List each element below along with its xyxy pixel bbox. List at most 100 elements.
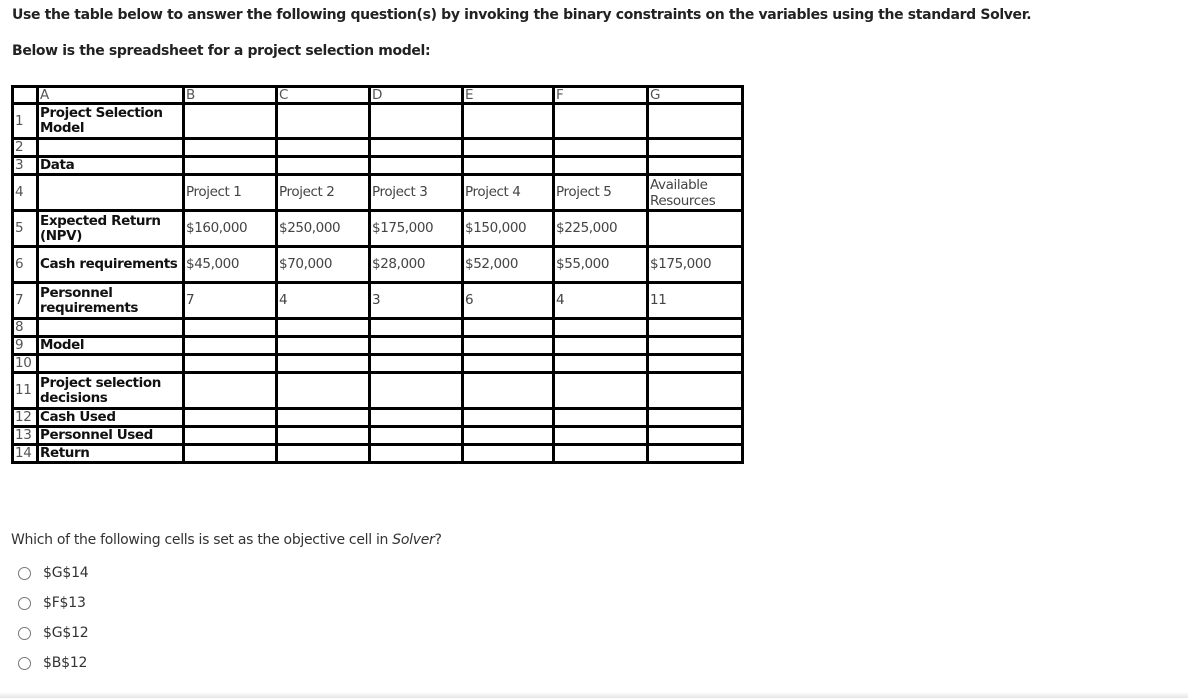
row-number: 5: [11, 209, 39, 248]
cell-f9: [552, 335, 649, 356]
cell-b3: [182, 155, 278, 176]
cell-c12: [275, 407, 371, 428]
cell-g5: [646, 209, 744, 248]
row-number: 1: [11, 102, 39, 140]
cell-d11: [368, 371, 464, 410]
cell-e10: [461, 353, 555, 374]
cell-f1: [552, 102, 649, 140]
cell-b6: $45,000: [182, 245, 278, 284]
cell-c6: $70,000: [275, 245, 371, 284]
cell-e7: 6: [461, 281, 555, 320]
column-header-b: B: [182, 85, 278, 105]
spreadsheet-row-8: 8: [11, 317, 744, 338]
row-label-cell: Model: [36, 335, 185, 356]
spreadsheet-row-2: 2: [11, 137, 744, 158]
cell-c11: [275, 371, 371, 410]
cell-d6: $28,000: [368, 245, 464, 284]
cell-d10: [368, 353, 464, 374]
cell-f14: [552, 443, 649, 464]
corner-header-cell: [11, 85, 39, 105]
project-selection-spreadsheet: A B C D E F G 1 Project Selection Model 2 3…: [11, 85, 744, 464]
row-label-cell: [36, 173, 185, 212]
cell-g2: [646, 137, 744, 158]
column-header-a: A: [36, 85, 185, 105]
answer-option-label: $F$13: [43, 595, 86, 611]
row-label-cell: Project selection decisions: [36, 371, 185, 410]
answer-option[interactable]: $G$12: [18, 618, 89, 648]
spreadsheet-row-7: 7 Personnel requirements 7 4 3 6 4 11: [11, 281, 744, 320]
cell-e1: [461, 102, 555, 140]
spreadsheet-row-3: 3 Data: [11, 155, 744, 176]
cell-e12: [461, 407, 555, 428]
spreadsheet-row-1: 1 Project Selection Model: [11, 102, 744, 140]
answer-option[interactable]: $B$12: [18, 648, 88, 678]
cell-g13: [646, 425, 744, 446]
cell-b14: [182, 443, 278, 464]
cell-b12: [182, 407, 278, 428]
column-header-d: D: [368, 85, 464, 105]
row-label-cell: Personnel Used: [36, 425, 185, 446]
column-header-row: A B C D E F G: [11, 85, 744, 105]
cell-c5: $250,000: [275, 209, 371, 248]
column-header-g: G: [646, 85, 744, 105]
cell-d4: Project 3: [368, 173, 464, 212]
cell-b8: [182, 317, 278, 338]
column-header-c: C: [275, 85, 371, 105]
row-number: 10: [11, 353, 39, 374]
spreadsheet-intro-text: Below is the spreadsheet for a project s…: [12, 43, 431, 59]
cell-f12: [552, 407, 649, 428]
radio-button[interactable]: [18, 596, 31, 610]
cell-d3: [368, 155, 464, 176]
row-number: 3: [11, 155, 39, 176]
answer-options: $G$14 $F$13 $G$12 $B$12: [18, 558, 89, 678]
row-label-cell: Project Selection Model: [36, 102, 185, 140]
answer-option[interactable]: $F$13: [18, 588, 88, 618]
cell-e4: Project 4: [461, 173, 555, 212]
spreadsheet-row-9: 9 Model: [11, 335, 744, 356]
cell-d7: 3: [368, 281, 464, 320]
cell-c9: [275, 335, 371, 356]
row-number: 4: [11, 173, 39, 212]
cell-b1: [182, 102, 278, 140]
cell-f13: [552, 425, 649, 446]
cell-c4: Project 2: [275, 173, 371, 212]
cell-e3: [461, 155, 555, 176]
cell-f2: [552, 137, 649, 158]
cell-c8: [275, 317, 371, 338]
radio-button[interactable]: [18, 566, 31, 580]
answer-option[interactable]: $G$14: [18, 558, 89, 588]
cell-b7: 7: [182, 281, 278, 320]
cell-g7: 11: [646, 281, 744, 320]
spreadsheet-row-4: 4 Project 1 Project 2 Project 3 Project 4 Pro…: [11, 173, 744, 212]
cell-g6: $175,000: [646, 245, 744, 284]
cell-g4: Available Resources: [646, 173, 744, 212]
spreadsheet-row-11: 11 Project selection decisions: [11, 371, 744, 410]
cell-d14: [368, 443, 464, 464]
radio-button[interactable]: [18, 656, 31, 670]
radio-button[interactable]: [18, 626, 31, 640]
cell-d13: [368, 425, 464, 446]
row-label-cell: Return: [36, 443, 185, 464]
row-label-cell: [36, 137, 185, 158]
question-text-solver: Solver: [392, 532, 435, 548]
spreadsheet-row-5: 5 Expected Return (NPV) $160,000 $250,000 $1…: [11, 209, 744, 248]
cell-e14: [461, 443, 555, 464]
cell-d1: [368, 102, 464, 140]
cell-d2: [368, 137, 464, 158]
column-header-e: E: [461, 85, 555, 105]
row-number: 12: [11, 407, 39, 428]
row-number: 14: [11, 443, 39, 464]
row-number: 13: [11, 425, 39, 446]
question-text-end: ?: [434, 532, 442, 548]
column-header-f: F: [552, 85, 649, 105]
cell-e13: [461, 425, 555, 446]
answer-option-label: $G$12: [43, 625, 89, 641]
cell-c7: 4: [275, 281, 371, 320]
spreadsheet-row-14: 14 Return: [11, 443, 744, 464]
spreadsheet-row-13: 13 Personnel Used: [11, 425, 744, 446]
row-label-cell: [36, 353, 185, 374]
cell-b10: [182, 353, 278, 374]
cell-b11: [182, 371, 278, 410]
cell-c10: [275, 353, 371, 374]
row-number: 2: [11, 137, 39, 158]
